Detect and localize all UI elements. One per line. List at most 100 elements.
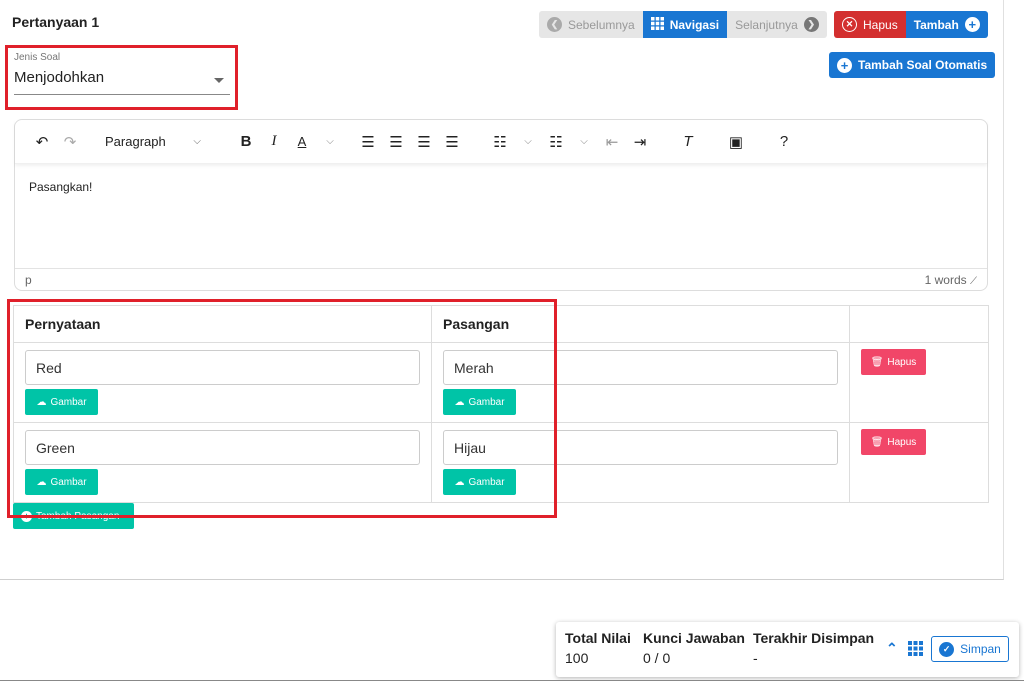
cloud-upload-icon: ☁ [454,396,465,408]
delete-label: Hapus [863,17,898,32]
question-navigation: ❮ Sebelumnya Navigasi Selanjutnya ❯ [539,11,827,38]
editor-content[interactable]: Pasangkan! [15,164,987,270]
answer-key-label: Kunci Jawaban [643,630,745,646]
text-color-icon[interactable]: A [291,130,313,154]
save-status-panel: Total Nilai 100 Kunci Jawaban 0 / 0 Tera… [556,622,1019,677]
chevron-up-icon[interactable]: ⌃ [886,640,898,657]
prev-label: Sebelumnya [568,17,635,32]
image-upload-label: Gambar [468,396,505,408]
matching-pairs-table: Pernyataan Pasangan Red ☁ Gambar Merah ☁ G… [13,305,989,503]
image-upload-label: Gambar [468,476,505,488]
paragraph-select[interactable]: Paragraph ⌵ [97,130,209,154]
close-circle-icon: ✕ [842,17,857,32]
statement-cell: Red ☁ Gambar [13,342,432,423]
image-upload-button[interactable]: ☁ Gambar [443,469,516,495]
delete-row-button[interactable]: 🗑 Hapus [861,349,926,375]
plus-circle-icon: + [964,17,980,32]
align-justify-icon[interactable]: ☰ [441,130,463,154]
paragraph-select-label: Paragraph [105,134,166,149]
chevron-down-icon[interactable]: ⌵ [319,130,341,154]
last-saved-label: Terakhir Disimpan [753,630,875,646]
question-type-label: Jenis Soal [14,52,61,63]
statement-input[interactable]: Red [25,350,420,385]
cloud-upload-icon: ☁ [36,476,47,488]
plus-circle-icon: + [21,510,32,522]
navigate-label: Navigasi [669,17,720,32]
numbered-list-icon[interactable]: ☷ [545,130,567,154]
question-title: Pertanyaan 1 [12,14,100,30]
check-circle-icon: ✓ [939,641,955,657]
pair-input[interactable]: Merah [443,350,838,385]
question-card: Pertanyaan 1 ❮ Sebelumnya Navigasi Selan… [0,0,1004,580]
table-row: Green ☁ Gambar Hijau ☁ Gambar 🗑 Hapus [13,422,989,503]
save-label: Simpan [960,642,1001,656]
auto-add-question-button[interactable]: + Tambah Soal Otomatis [829,52,996,78]
editor-toolbar: ↶ ↷ Paragraph ⌵ B I A ⌵ ☰ ☰ ☰ ☰ ☷ ⌵ ☷ ⌵ … [15,120,987,164]
add-pair-label: Tambah Pasangan [36,510,120,522]
image-upload-label: Gambar [50,476,87,488]
help-icon[interactable]: ? [773,130,795,154]
auto-add-label: Tambah Soal Otomatis [858,58,988,72]
caret-down-icon [214,78,224,83]
delete-question-button[interactable]: ✕ Hapus [834,11,906,38]
align-left-icon[interactable]: ☰ [357,130,379,154]
align-center-icon[interactable]: ☰ [385,130,407,154]
word-count: 1 words ⟋ [925,273,977,287]
italic-icon[interactable]: I [263,130,285,154]
plus-circle-icon: + [837,57,852,73]
header-statement: Pernyataan [13,305,432,343]
total-score-label: Total Nilai [565,630,631,646]
undo-icon[interactable]: ↶ [31,130,53,154]
action-cell: 🗑 Hapus [849,342,989,423]
navigate-button[interactable]: Navigasi [642,11,728,38]
image-upload-label: Gambar [50,396,87,408]
header-actions [849,305,989,343]
delete-row-button[interactable]: 🗑 Hapus [861,429,926,455]
statement-input[interactable]: Green [25,430,420,465]
indent-icon[interactable]: ⇥ [629,130,651,154]
chevron-left-icon: ❮ [547,17,562,32]
cloud-upload-icon: ☁ [454,476,465,488]
add-pair-button[interactable]: + Tambah Pasangan [13,503,134,529]
grid-icon [650,16,664,33]
table-row: Red ☁ Gambar Merah ☁ Gambar 🗑 Hapus [13,342,989,423]
rich-text-editor: ↶ ↷ Paragraph ⌵ B I A ⌵ ☰ ☰ ☰ ☰ ☷ ⌵ ☷ ⌵ … [14,119,988,291]
image-upload-button[interactable]: ☁ Gambar [25,469,98,495]
editor-statusbar: p 1 words ⟋ [15,268,987,290]
pair-input[interactable]: Hijau [443,430,838,465]
redo-icon[interactable]: ↷ [59,130,81,154]
question-type-select[interactable]: Jenis Soal Menjodohkan [14,52,230,95]
chevron-down-icon[interactable]: ⌵ [517,130,539,154]
add-question-button[interactable]: Tambah + [905,11,988,38]
image-upload-button[interactable]: ☁ Gambar [25,389,98,415]
trash-icon: 🗑 [870,356,884,368]
save-button[interactable]: ✓ Simpan [931,636,1009,662]
header-pair: Pasangan [431,305,850,343]
align-right-icon[interactable]: ☰ [413,130,435,154]
chevron-down-icon: ⌵ [193,136,201,147]
image-upload-button[interactable]: ☁ Gambar [443,389,516,415]
statement-cell: Green ☁ Gambar [13,422,432,503]
prev-button[interactable]: ❮ Sebelumnya [539,11,643,38]
next-button[interactable]: Selanjutnya ❯ [727,11,827,38]
cloud-upload-icon: ☁ [36,396,47,408]
outdent-icon[interactable]: ⇤ [601,130,623,154]
delete-row-label: Hapus [887,356,917,368]
table-header-row: Pernyataan Pasangan [13,305,989,343]
answer-key: Kunci Jawaban 0 / 0 [643,630,745,666]
delete-row-label: Hapus [887,436,917,448]
clear-format-icon[interactable]: T [677,130,699,154]
bullet-list-icon[interactable]: ☷ [489,130,511,154]
grid-icon[interactable] [908,641,923,661]
resize-handle-icon[interactable]: ⟋ [970,276,977,287]
chevron-down-icon[interactable]: ⌵ [573,130,595,154]
word-count-text: 1 words [924,272,967,287]
last-saved: Terakhir Disimpan - [753,630,874,666]
action-cell: 🗑 Hapus [849,422,989,503]
element-path: p [25,272,32,287]
add-label: Tambah [913,17,959,32]
bold-icon[interactable]: B [235,130,257,154]
question-type-value[interactable]: Menjodohkan [14,69,230,95]
image-icon[interactable]: ▣ [725,130,747,154]
answer-key-value: 0 / 0 [643,650,671,666]
